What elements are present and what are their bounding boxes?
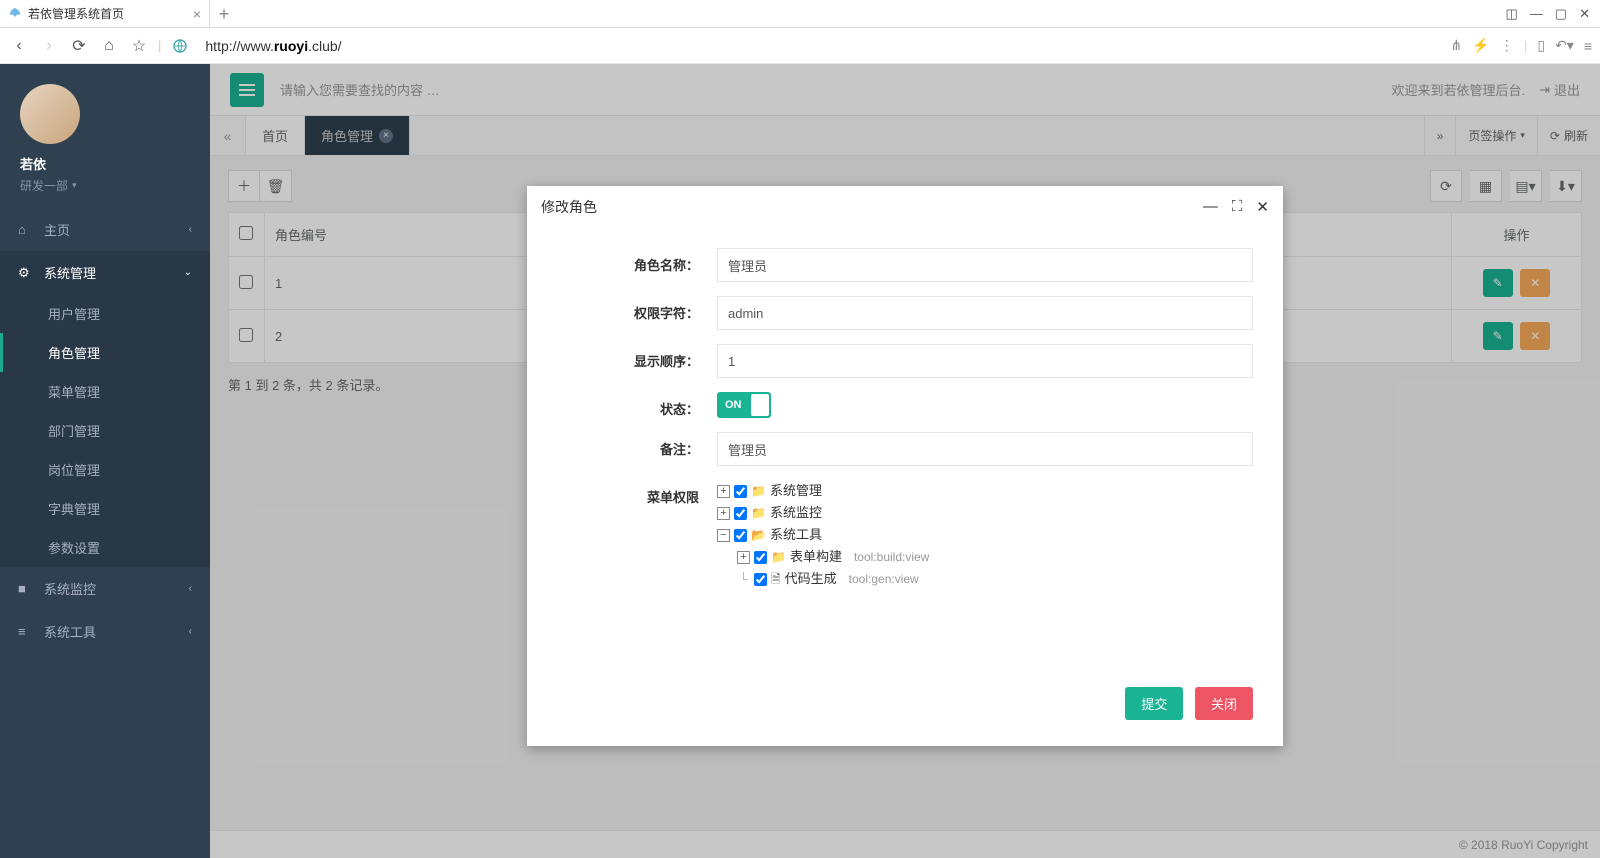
- profile-name: 若依: [20, 154, 190, 173]
- remark-input[interactable]: [717, 432, 1253, 466]
- address-bar[interactable]: http://www.ruoyi.club/: [199, 38, 1442, 54]
- status-switch[interactable]: ON: [717, 392, 771, 418]
- forward-icon[interactable]: ›: [38, 35, 60, 57]
- sidebar-sub-config[interactable]: 参数设置: [0, 528, 210, 567]
- browser-tabstrip: 若依管理系统首页 × + ◫ — ▢ ✕: [0, 0, 1600, 28]
- mobile-icon[interactable]: ▯: [1537, 37, 1545, 54]
- tree-checkbox[interactable]: [734, 529, 747, 542]
- file-icon: 🗎: [771, 568, 781, 590]
- tree-node-monitor[interactable]: + 📁 系统监控: [717, 502, 1253, 524]
- label-remark: 备注：: [557, 432, 717, 458]
- expand-icon[interactable]: +: [737, 551, 750, 564]
- folder-icon: 📁: [751, 502, 766, 524]
- sidebar-item-home[interactable]: ⌂ 主页 ‹: [0, 208, 210, 251]
- folder-icon: 📁: [751, 480, 766, 502]
- undo-icon[interactable]: ↶▾: [1555, 37, 1574, 54]
- tree-node-code-gen[interactable]: └ 🗎 代码生成 tool:gen:view: [737, 568, 1253, 590]
- maximize-icon[interactable]: ⛶: [1232, 198, 1243, 216]
- home-icon[interactable]: ⌂: [98, 35, 120, 57]
- chevron-left-icon: ‹: [189, 224, 192, 235]
- tree-checkbox[interactable]: [734, 485, 747, 498]
- browser-toolbar: ‹ › ⟳ ⌂ ☆ | http://www.ruoyi.club/ ⋔ ⚡ ⋮…: [0, 28, 1600, 64]
- tree-node-system[interactable]: + 📁 系统管理: [717, 480, 1253, 502]
- sidebar-item-tool[interactable]: ≡ 系统工具 ‹: [0, 610, 210, 653]
- window-minimize-icon[interactable]: —: [1530, 6, 1543, 21]
- sidebar-item-system[interactable]: ⚙ 系统管理 ⌄: [0, 251, 210, 294]
- folder-open-icon: 📂: [751, 524, 766, 546]
- order-input[interactable]: [717, 344, 1253, 378]
- window-maximize-icon[interactable]: ▢: [1555, 6, 1567, 22]
- site-icon: [169, 35, 191, 57]
- avatar[interactable]: [20, 84, 80, 144]
- sidebar-item-label: 系统工具: [44, 622, 96, 641]
- sidebar-item-label: 主页: [44, 220, 70, 239]
- sidebar-item-label: 系统监控: [44, 579, 96, 598]
- camera-icon: ■: [18, 581, 36, 596]
- sidebar-sub-role[interactable]: 角色管理: [0, 333, 210, 372]
- label-perm-key: 权限字符：: [557, 296, 717, 322]
- new-tab-button[interactable]: +: [210, 1, 238, 27]
- close-button[interactable]: 关闭: [1195, 687, 1253, 720]
- bars-icon: ≡: [18, 624, 36, 639]
- sidebar-sub-post[interactable]: 岗位管理: [0, 450, 210, 489]
- submit-button[interactable]: 提交: [1125, 687, 1183, 720]
- sidebar-sub-dept[interactable]: 部门管理: [0, 411, 210, 450]
- expand-icon[interactable]: +: [717, 485, 730, 498]
- profile-block: 若依 研发一部▾: [0, 64, 210, 208]
- label-role-name: 角色名称：: [557, 248, 717, 274]
- share-icon[interactable]: ⋔: [1451, 37, 1463, 54]
- bolt-icon[interactable]: ⚡: [1472, 37, 1489, 54]
- tree-node-tool[interactable]: − 📂 系统工具: [717, 524, 1253, 546]
- modal-title: 修改角色: [541, 197, 597, 217]
- edit-role-modal: 修改角色 — ⛶ ✕ 角色名称： 权限字符：: [527, 186, 1283, 746]
- sidebar: 若依 研发一部▾ ⌂ 主页 ‹ ⚙ 系统管理 ⌄ 用户管理 角色管理 菜单管理 …: [0, 64, 210, 858]
- tree-branch-icon: └: [737, 568, 750, 590]
- leaf-icon: [8, 7, 22, 21]
- close-icon[interactable]: ✕: [1256, 198, 1269, 216]
- back-icon[interactable]: ‹: [8, 35, 30, 57]
- minimize-icon[interactable]: —: [1203, 198, 1218, 216]
- tree-node-form-build[interactable]: + 📁 表单构建 tool:build:view: [737, 546, 1253, 568]
- profile-dept[interactable]: 研发一部▾: [20, 177, 77, 194]
- modal-overlay: 修改角色 — ⛶ ✕ 角色名称： 权限字符：: [210, 64, 1600, 858]
- chevron-left-icon: ‹: [189, 583, 192, 594]
- role-name-input[interactable]: [717, 248, 1253, 282]
- more-icon[interactable]: ⋮: [1500, 37, 1514, 54]
- chevron-down-icon: ⌄: [184, 267, 192, 278]
- home-icon: ⌂: [18, 222, 36, 237]
- sidebar-sub-dict[interactable]: 字典管理: [0, 489, 210, 528]
- main: 请输入您需要查找的内容 … 欢迎来到若依管理后台. ⇥ 退出 « 首页 角色管理…: [210, 64, 1600, 858]
- menu-icon[interactable]: ≡: [1584, 38, 1592, 54]
- collapse-icon[interactable]: −: [717, 529, 730, 542]
- sidebar-item-monitor[interactable]: ■ 系统监控 ‹: [0, 567, 210, 610]
- label-order: 显示顺序：: [557, 344, 717, 370]
- perm-key-input[interactable]: [717, 296, 1253, 330]
- wardrobe-icon[interactable]: ◫: [1506, 6, 1518, 22]
- sidebar-item-label: 系统管理: [44, 263, 96, 282]
- favorite-icon[interactable]: ☆: [128, 35, 150, 57]
- window-close-icon[interactable]: ✕: [1579, 6, 1590, 22]
- sidebar-sub-user[interactable]: 用户管理: [0, 294, 210, 333]
- perm-tree: + 📁 系统管理 + 📁 系统监控: [717, 480, 1253, 590]
- sidebar-submenu-system: 用户管理 角色管理 菜单管理 部门管理 岗位管理 字典管理 参数设置: [0, 294, 210, 567]
- browser-tab-title: 若依管理系统首页: [28, 5, 187, 22]
- reload-icon[interactable]: ⟳: [68, 35, 90, 57]
- chevron-left-icon: ‹: [189, 626, 192, 637]
- tree-checkbox[interactable]: [734, 507, 747, 520]
- folder-icon: 📁: [771, 546, 786, 568]
- tab-close-icon[interactable]: ×: [193, 6, 201, 22]
- sidebar-sub-menu[interactable]: 菜单管理: [0, 372, 210, 411]
- expand-icon[interactable]: +: [717, 507, 730, 520]
- tree-checkbox[interactable]: [754, 573, 767, 586]
- tree-checkbox[interactable]: [754, 551, 767, 564]
- label-status: 状态：: [557, 392, 717, 418]
- browser-tab[interactable]: 若依管理系统首页 ×: [0, 0, 210, 27]
- label-menu-perm: 菜单权限: [557, 480, 717, 506]
- gear-icon: ⚙: [18, 265, 36, 281]
